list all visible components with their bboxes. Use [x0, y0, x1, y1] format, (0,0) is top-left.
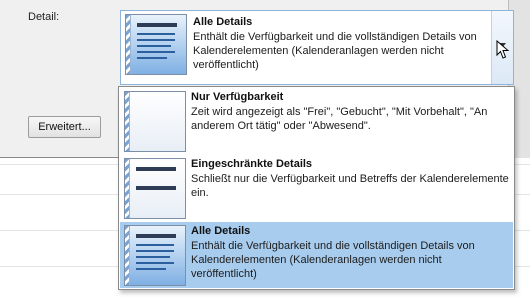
list-item-limited-details[interactable]: Eingeschränkte Details Schließt nur die … — [120, 155, 513, 221]
list-item-description: Schließt nur die Verfügbarkeit und Betre… — [191, 173, 509, 199]
detail-combobox[interactable]: Alle Details Enthält die Verfügbarkeit u… — [120, 10, 514, 85]
advanced-button[interactable]: Erweitert... — [28, 116, 101, 138]
combo-selected-title: Alle Details — [193, 16, 253, 28]
list-item-title: Eingeschränkte Details — [191, 158, 313, 170]
list-item-title: Alle Details — [191, 225, 251, 237]
availability-only-icon — [124, 91, 186, 152]
list-item-title: Nur Verfügbarkeit — [191, 91, 284, 103]
list-item-availability-only[interactable]: Nur Verfügbarkeit Zeit wird angezeigt al… — [120, 88, 513, 154]
detail-dropdown-list: Nur Verfügbarkeit Zeit wird angezeigt al… — [118, 86, 515, 290]
list-item-description: Zeit wird angezeigt als "Frei", "Gebucht… — [191, 106, 488, 132]
full-details-icon — [124, 225, 186, 286]
detail-label: Detail: — [28, 11, 60, 23]
limited-details-icon — [124, 158, 186, 219]
combo-selected-description: Enthält die Verfügbarkeit und die vollst… — [193, 31, 477, 71]
list-item-description: Enthält die Verfügbarkeit und die vollst… — [191, 240, 475, 280]
list-item-full-details[interactable]: Alle Details Enthält die Verfügbarkeit u… — [120, 222, 513, 288]
full-details-icon — [125, 14, 187, 75]
mouse-cursor-icon — [496, 40, 510, 59]
